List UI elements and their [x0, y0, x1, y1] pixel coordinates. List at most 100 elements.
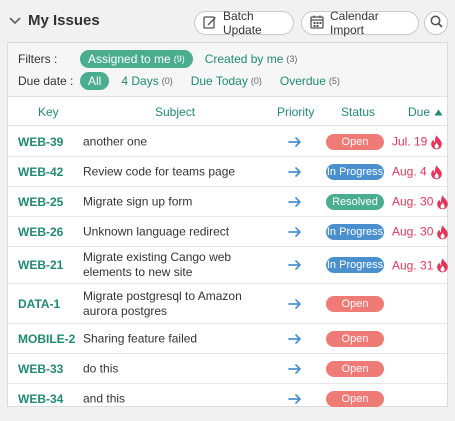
- search-button[interactable]: [424, 11, 448, 35]
- filter-count: (3): [286, 54, 298, 64]
- table-row[interactable]: DATA-1 Migrate postgresql to Amazon auror…: [8, 284, 447, 324]
- issue-key-link[interactable]: WEB-21: [18, 258, 63, 272]
- fire-icon: [430, 134, 443, 149]
- due-date: Aug. 4: [392, 164, 443, 179]
- due-filter-due-today[interactable]: Due Today (0): [183, 72, 270, 90]
- calendar-icon: [310, 15, 324, 32]
- column-header-subject[interactable]: Subject: [155, 105, 195, 119]
- column-header-status[interactable]: Status: [341, 105, 375, 119]
- status-badge[interactable]: In Progress: [326, 163, 384, 180]
- table-header: Key Subject Priority Status Due: [8, 98, 447, 126]
- filter-count: (0): [250, 76, 262, 86]
- status-badge[interactable]: Open: [326, 330, 384, 347]
- issue-subject[interactable]: Migrate sign up form: [83, 194, 263, 209]
- issue-key-link[interactable]: WEB-33: [18, 362, 63, 376]
- status-badge[interactable]: In Progress: [326, 257, 384, 273]
- due-date-text: Aug. 31: [392, 258, 434, 272]
- widget-header: My Issues Batch Update Calendar Import: [0, 0, 455, 44]
- table-row[interactable]: MOBILE-2 Sharing feature failed Open: [8, 324, 447, 354]
- filter-count: (0): [161, 76, 173, 86]
- chevron-down-icon[interactable]: [8, 14, 22, 28]
- arrow-right-icon: [288, 393, 302, 405]
- issue-subject[interactable]: Unknown language redirect: [83, 224, 263, 239]
- issue-subject[interactable]: Migrate existing Cango web elements to n…: [83, 250, 263, 280]
- due-date-text: Aug. 30: [392, 224, 434, 239]
- filter-label: 4 Days: [121, 74, 159, 88]
- column-header-due[interactable]: Due: [408, 105, 443, 119]
- arrow-right-icon: [288, 226, 302, 238]
- due-date-label: Due date :: [18, 74, 74, 88]
- batch-update-label: Batch Update: [223, 9, 262, 37]
- status-badge[interactable]: Open: [326, 360, 384, 377]
- table-row[interactable]: WEB-21 Migrate existing Cango web element…: [8, 247, 449, 284]
- filter-count: (9): [173, 54, 185, 64]
- arrow-right-icon: [288, 333, 302, 345]
- issue-subject[interactable]: do this: [83, 361, 263, 376]
- filter-assigned-to-me[interactable]: Assigned to me (9): [80, 50, 193, 68]
- status-badge[interactable]: Resolved: [326, 193, 384, 210]
- due-date: Aug. 30: [392, 194, 449, 209]
- fire-icon: [436, 194, 449, 209]
- issue-key-link[interactable]: WEB-26: [18, 225, 63, 239]
- fire-icon: [436, 258, 449, 273]
- due-date: Jul. 19: [392, 134, 443, 149]
- table-row[interactable]: WEB-33 do this Open: [8, 354, 447, 384]
- issue-subject[interactable]: another one: [83, 134, 263, 149]
- due-date-row: Due date : All 4 Days (0) Due Today (0) …: [18, 71, 348, 91]
- filters-bar: Filters : Assigned to me (9) Created by …: [8, 43, 447, 97]
- filter-created-by-me[interactable]: Created by me (3): [197, 50, 306, 68]
- due-filter-4-days[interactable]: 4 Days (0): [113, 72, 180, 90]
- search-icon: [430, 15, 443, 31]
- filter-label: Created by me: [204, 52, 284, 66]
- arrow-right-icon: [288, 363, 302, 375]
- calendar-import-label: Calendar Import: [330, 9, 379, 37]
- issue-key-link[interactable]: DATA-1: [18, 297, 60, 311]
- issue-subject[interactable]: Sharing feature failed: [83, 331, 263, 346]
- issue-key-link[interactable]: WEB-42: [18, 165, 63, 179]
- batch-update-button[interactable]: Batch Update: [194, 9, 294, 37]
- calendar-import-button[interactable]: Calendar Import: [301, 9, 419, 37]
- table-row[interactable]: WEB-39 another one Open Jul. 19: [8, 127, 447, 157]
- due-date: Aug. 31: [392, 258, 449, 273]
- status-badge[interactable]: Open: [326, 133, 384, 150]
- due-date: Aug. 30: [392, 224, 449, 239]
- issue-subject[interactable]: Review code for teams page: [83, 164, 263, 179]
- status-badge[interactable]: In Progress: [326, 223, 384, 240]
- table-row[interactable]: WEB-26 Unknown language redirect In Progre…: [8, 217, 449, 247]
- arrow-right-icon: [288, 259, 302, 271]
- filter-label: Due Today: [190, 74, 248, 88]
- issue-key-link[interactable]: WEB-39: [18, 135, 63, 149]
- arrow-right-icon: [288, 166, 302, 178]
- fire-icon: [430, 164, 443, 179]
- issue-key-link[interactable]: WEB-25: [18, 195, 63, 209]
- table-row[interactable]: WEB-34 and this Open: [8, 384, 447, 414]
- due-date-text: Jul. 19: [392, 134, 428, 149]
- issue-subject[interactable]: and this: [83, 392, 263, 407]
- sort-ascending-icon: [434, 105, 443, 119]
- issue-key-link[interactable]: WEB-34: [18, 392, 63, 406]
- filter-label: Overdue: [279, 74, 326, 88]
- column-header-key[interactable]: Key: [38, 105, 59, 119]
- filters-label: Filters :: [18, 52, 58, 66]
- status-badge[interactable]: Open: [326, 391, 384, 407]
- due-date-text: Aug. 30: [392, 194, 434, 209]
- filter-label: All: [88, 74, 102, 88]
- table-row[interactable]: WEB-42 Review code for teams page In Progr…: [8, 157, 447, 187]
- table-row[interactable]: WEB-25 Migrate sign up form Resolved Aug. 3…: [8, 187, 449, 217]
- issues-panel: Filters : Assigned to me (9) Created by …: [7, 42, 449, 407]
- due-date-text: Aug. 4: [392, 164, 427, 179]
- fire-icon: [436, 224, 449, 239]
- filters-row: Filters : Assigned to me (9) Created by …: [18, 49, 305, 69]
- issues-table-body: WEB-39 another one Open Jul. 19 WEB-42 Review…: [8, 127, 449, 414]
- filter-count: (5): [328, 76, 340, 86]
- due-filter-all[interactable]: All: [80, 72, 110, 90]
- due-filter-overdue[interactable]: Overdue (5): [272, 72, 348, 90]
- page-title: My Issues: [28, 12, 100, 29]
- arrow-right-icon: [288, 136, 302, 148]
- issue-key-link[interactable]: MOBILE-2: [18, 332, 75, 346]
- arrow-right-icon: [288, 298, 302, 310]
- issue-subject[interactable]: Migrate postgresql to Amazon aurora post…: [83, 289, 263, 319]
- column-header-priority[interactable]: Priority: [277, 105, 314, 119]
- status-badge[interactable]: Open: [326, 295, 384, 312]
- edit-icon: [203, 15, 217, 32]
